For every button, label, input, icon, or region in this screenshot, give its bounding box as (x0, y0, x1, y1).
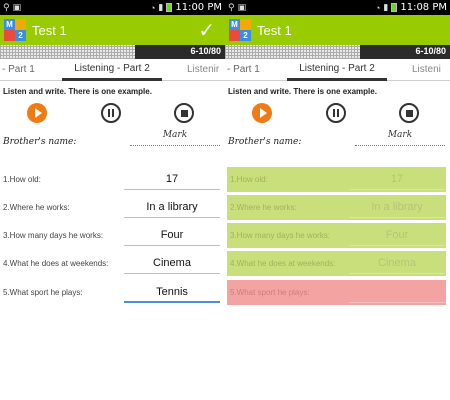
section-tabs: - Part 1 Listening - Part 2 Listeni (225, 59, 450, 81)
tab-part-1[interactable]: - Part 1 (227, 64, 260, 75)
battery-icon (391, 3, 398, 12)
answer-input[interactable]: 17 (124, 170, 220, 190)
question-label: 3.How many days he works: (3, 231, 104, 240)
section-tabs: - Part 1 Listening - Part 2 Listenir (0, 59, 225, 81)
usb-icon: ⚲ (228, 2, 235, 12)
audio-controls (0, 96, 225, 130)
question-row: 5.What sport he plays: Tennis (0, 280, 225, 305)
app-bar: M2 Test 1 ✓ (0, 15, 225, 45)
progress-fill (0, 45, 135, 59)
example-row: Brother's name: Mark (225, 130, 450, 156)
wifi-icon: ◔ (149, 2, 156, 13)
usb-icon: ⚲ (3, 2, 10, 12)
answer-input[interactable]: Four (124, 226, 220, 246)
tab-listening-part-2[interactable]: Listening - Part 2 (287, 59, 387, 81)
tab-listening-next[interactable]: Listeni (412, 64, 441, 75)
app-title: Test 1 (32, 22, 67, 38)
pause-icon[interactable] (101, 103, 121, 123)
answer-input[interactable]: Cinema (124, 254, 220, 274)
question-label: 2.Where he works: (3, 203, 70, 212)
instruction-text: Listen and write. There is one example. (228, 87, 377, 96)
play-icon[interactable] (252, 103, 272, 123)
tab-listening-next[interactable]: Listenir (187, 64, 219, 75)
stop-icon[interactable] (174, 103, 194, 123)
example-label: Brother's name: (3, 137, 77, 147)
example-label: Brother's name: (228, 137, 302, 147)
question-label: 1.How old: (3, 175, 41, 184)
question-row: 1.How old: 17 (0, 167, 225, 192)
question-label: 5.What sport he plays: (3, 288, 83, 297)
question-row-correct: 3.How many days he works: Four (227, 223, 446, 248)
question-label: 3.How many days he works: (230, 231, 331, 240)
progress-bar: 6-10/80 (225, 45, 450, 59)
status-time: 11:00 PM (175, 2, 222, 13)
phone-screen-results: ⚲ ▣ ◔ ▮ 11:08 PM M2 Test 1 6-10/80 - Par… (225, 0, 450, 320)
check-icon[interactable]: ✓ (198, 18, 215, 43)
signal-icon: ▮ (158, 2, 164, 12)
phone-screen-answering: ⚲ ▣ ◔ ▮ 11:00 PM M2 Test 1 ✓ 6-10/80 - P… (0, 0, 225, 320)
gallery-icon: ▣ (12, 2, 22, 12)
app-logo: M2 (4, 19, 26, 41)
status-time: 11:08 PM (400, 2, 447, 13)
progress-bar: 6-10/80 (0, 45, 225, 59)
progress-text: 6-10/80 (415, 46, 446, 56)
tab-listening-part-2[interactable]: Listening - Part 2 (62, 59, 162, 81)
question-label: 5.What sport he plays: (230, 288, 310, 297)
question-label: 4.What he does at weekends: (3, 259, 109, 268)
progress-fill (225, 45, 360, 59)
progress-text: 6-10/80 (190, 46, 221, 56)
stop-icon[interactable] (399, 103, 419, 123)
signal-icon: ▮ (383, 2, 389, 12)
app-bar: M2 Test 1 (225, 15, 450, 45)
example-answer: Mark (355, 130, 445, 146)
pause-icon[interactable] (326, 103, 346, 123)
example-answer: Mark (130, 130, 220, 146)
tab-part-1[interactable]: - Part 1 (2, 64, 35, 75)
answer-input[interactable]: Tennis (124, 283, 220, 303)
question-label: 2.Where he works: (230, 203, 297, 212)
question-row-correct: 1.How old: 17 (227, 167, 446, 192)
status-bar: ⚲ ▣ ◔ ▮ 11:08 PM (225, 0, 450, 15)
answer-result: Cinema (349, 254, 445, 274)
gallery-icon: ▣ (237, 2, 247, 12)
answer-input[interactable]: In a library (124, 198, 220, 218)
answer-result (349, 283, 445, 303)
instruction-text: Listen and write. There is one example. (3, 87, 152, 96)
app-logo: M2 (229, 19, 251, 41)
answer-result: 17 (349, 170, 445, 190)
status-bar: ⚲ ▣ ◔ ▮ 11:00 PM (0, 0, 225, 15)
question-row: 2.Where he works: In a library (0, 195, 225, 220)
audio-controls (225, 96, 450, 130)
question-label: 1.How old: (230, 175, 268, 184)
wifi-icon: ◔ (374, 2, 381, 13)
question-row-correct: 2.Where he works: In a library (227, 195, 446, 220)
play-icon[interactable] (27, 103, 47, 123)
question-row-correct: 4.What he does at weekends: Cinema (227, 251, 446, 276)
question-label: 4.What he does at weekends: (230, 259, 336, 268)
question-row: 3.How many days he works: Four (0, 223, 225, 248)
example-row: Brother's name: Mark (0, 130, 225, 156)
answer-result: In a library (349, 198, 445, 218)
question-row: 4.What he does at weekends: Cinema (0, 251, 225, 276)
app-title: Test 1 (257, 22, 292, 38)
question-row-wrong: 5.What sport he plays: (227, 280, 446, 305)
battery-icon (166, 3, 173, 12)
answer-result: Four (349, 226, 445, 246)
